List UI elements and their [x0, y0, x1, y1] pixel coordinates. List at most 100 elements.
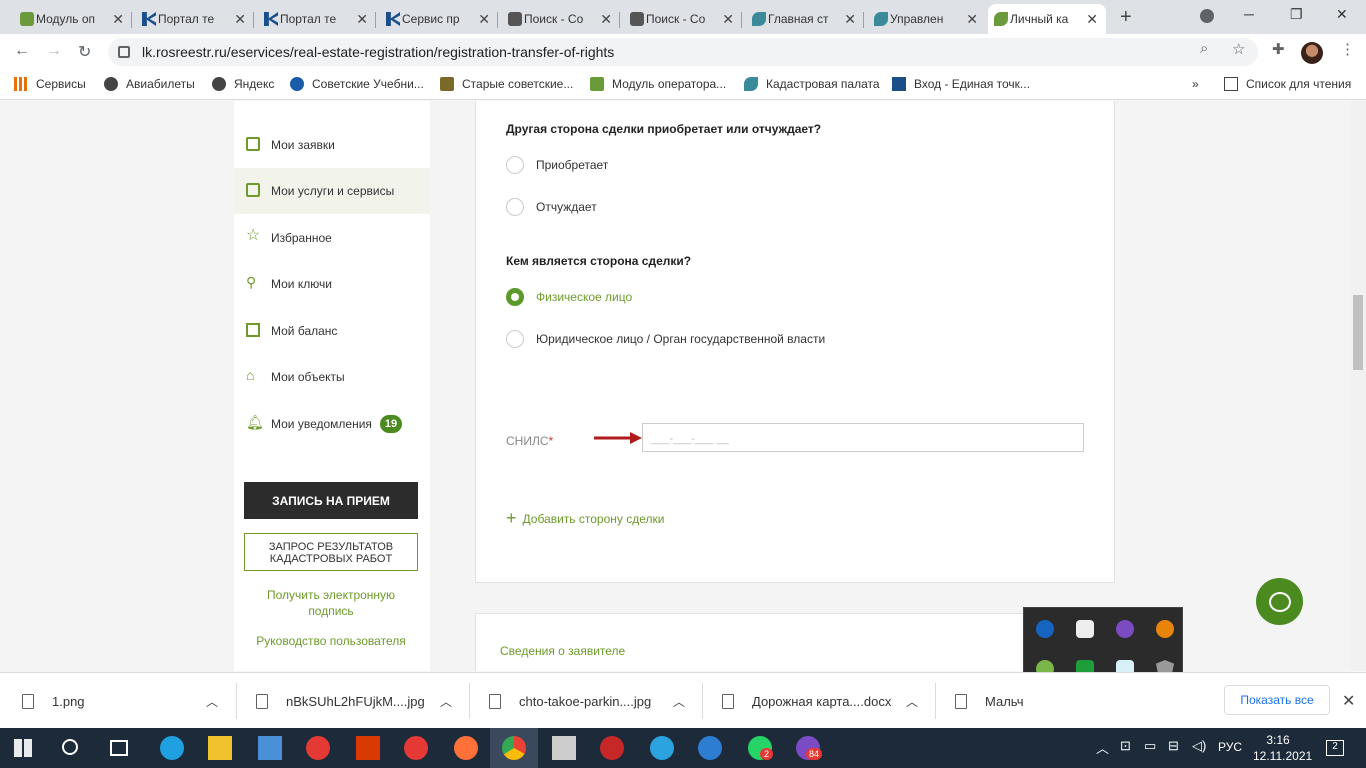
- archive-icon[interactable]: [552, 736, 576, 760]
- cadastral-results-button[interactable]: ЗАПРОС РЕЗУЛЬТАТОВ КАДАСТРОВЫХ РАБОТ: [244, 533, 418, 571]
- nero-icon[interactable]: [600, 736, 624, 760]
- radio-circle[interactable]: [506, 330, 524, 348]
- tab-portal-2[interactable]: Портал те ✕: [258, 4, 376, 34]
- sidebar-item-balance[interactable]: Мой баланс: [234, 308, 430, 354]
- sidebar-item-favorites[interactable]: ☆ Избранное: [234, 215, 430, 261]
- explorer-icon[interactable]: [208, 736, 232, 760]
- show-all-downloads-button[interactable]: Показать все: [1224, 685, 1330, 715]
- download-item[interactable]: chto-takoe-parkin....jpg ︿: [489, 673, 685, 729]
- update-tray-icon[interactable]: [1156, 620, 1174, 638]
- windows-start-icon[interactable]: [14, 739, 32, 757]
- camera-tray-icon[interactable]: ⊡: [1120, 738, 1131, 754]
- bookmark-cadastral[interactable]: Кадастровая палата: [744, 77, 880, 91]
- tab-search-1[interactable]: Поиск - Со ✕: [502, 4, 620, 34]
- mail-icon[interactable]: [258, 736, 282, 760]
- scrollbar-thumb[interactable]: [1353, 295, 1363, 370]
- tab-main-page[interactable]: Главная ст ✕: [746, 4, 864, 34]
- tab-search-2[interactable]: Поиск - Со ✕: [624, 4, 742, 34]
- bookmark-login[interactable]: Вход - Единая точк...: [892, 77, 1030, 91]
- clock[interactable]: 3:16 12.11.2021: [1253, 732, 1312, 764]
- edge-icon[interactable]: [160, 736, 184, 760]
- back-icon[interactable]: ←: [14, 42, 30, 60]
- chrome-icon[interactable]: [502, 736, 526, 760]
- extensions-icon[interactable]: ✚: [1272, 40, 1285, 58]
- bluetooth-icon[interactable]: [1036, 620, 1054, 638]
- sidebar-item-applications[interactable]: Мои заявки: [234, 122, 430, 168]
- snils-input[interactable]: ___-___-___ __: [642, 423, 1084, 452]
- new-tab-icon[interactable]: +: [1120, 6, 1132, 29]
- reload-icon[interactable]: ↻: [78, 42, 91, 62]
- tab-module-operator[interactable]: Модуль оп ✕: [14, 4, 132, 34]
- tab-personal-account[interactable]: Личный ка ✕: [988, 4, 1106, 34]
- bookmark-yandex[interactable]: Яндекс: [212, 77, 274, 91]
- close-icon[interactable]: ✕: [1086, 11, 1098, 28]
- more-bookmarks-icon[interactable]: »: [1192, 77, 1199, 91]
- chevron-up-icon[interactable]: ︿: [440, 693, 452, 710]
- download-item[interactable]: Дорожная карта....docx ︿: [722, 673, 918, 729]
- task-view-icon[interactable]: [110, 740, 128, 756]
- network-icon[interactable]: ⊟: [1168, 738, 1179, 754]
- tab-service[interactable]: Сервис пр ✕: [380, 4, 498, 34]
- close-icon[interactable]: ✕: [234, 11, 246, 28]
- address-bar[interactable]: lk.rosreestr.ru/eservices/real-estate-re…: [108, 38, 1258, 66]
- bookmark-flights[interactable]: Авиабилеты: [104, 77, 195, 91]
- reading-list[interactable]: Список для чтения: [1224, 77, 1351, 91]
- firefox-icon[interactable]: [454, 736, 478, 760]
- sidebar-item-objects[interactable]: ⌂ Мои объекты: [234, 354, 430, 400]
- forward-icon[interactable]: →: [46, 42, 62, 60]
- close-icon[interactable]: ✕: [722, 11, 734, 28]
- radio-circle-selected[interactable]: [506, 288, 524, 306]
- minimize-icon[interactable]: ─: [1244, 6, 1254, 22]
- window-close-icon[interactable]: ✕: [1336, 6, 1348, 23]
- tab-management[interactable]: Управлен ✕: [868, 4, 986, 34]
- yandex-icon[interactable]: [306, 736, 330, 760]
- radio-circle[interactable]: [506, 198, 524, 216]
- telegram-icon[interactable]: [650, 736, 674, 760]
- close-icon[interactable]: ✕: [844, 11, 856, 28]
- menu-icon[interactable]: ⋮: [1340, 40, 1355, 58]
- radio-legal-entity[interactable]: Юридическое лицо / Орган государственной…: [506, 330, 825, 348]
- battery-icon[interactable]: ▭: [1144, 738, 1156, 754]
- sidebar-item-services[interactable]: Мои услуги и сервисы: [234, 168, 430, 214]
- sidebar-item-notifications[interactable]: 🔔︎ Мои уведомления 19: [234, 401, 430, 447]
- yandex-browser-icon[interactable]: [404, 736, 428, 760]
- notification-center-icon[interactable]: 2: [1326, 740, 1344, 756]
- volume-icon[interactable]: ◁): [1192, 738, 1206, 754]
- language-indicator[interactable]: РУС: [1218, 740, 1242, 754]
- tray-expand-icon[interactable]: ︿: [1096, 738, 1109, 757]
- viber-tray-icon[interactable]: [1116, 620, 1134, 638]
- download-item[interactable]: Мальч: [955, 673, 1023, 729]
- close-icon[interactable]: ✕: [966, 11, 978, 28]
- page-scrollbar[interactable]: [1350, 101, 1366, 671]
- close-icon[interactable]: ✕: [112, 11, 124, 28]
- chevron-up-icon[interactable]: ︿: [906, 693, 918, 710]
- radio-alienates[interactable]: Отчуждает: [506, 198, 597, 216]
- chevron-up-icon[interactable]: ︿: [673, 693, 685, 710]
- office-icon[interactable]: [356, 736, 380, 760]
- download-item[interactable]: 1.png ︿: [22, 673, 218, 729]
- applicant-section-title[interactable]: Сведения о заявителе: [500, 644, 625, 658]
- appointment-button[interactable]: ЗАПИСЬ НА ПРИЕМ: [244, 482, 418, 519]
- close-icon[interactable]: ✕: [356, 11, 368, 28]
- bookmark-services[interactable]: Сервисы: [14, 77, 86, 91]
- zoom-icon[interactable]: ⌕: [1200, 40, 1208, 57]
- restore-icon[interactable]: ❐: [1290, 6, 1303, 23]
- shield-x-icon[interactable]: [1076, 620, 1094, 638]
- avatar[interactable]: [1301, 42, 1323, 64]
- sidebar-item-keys[interactable]: ⚲ Мои ключи: [234, 261, 430, 307]
- tab-portal-1[interactable]: Портал те ✕: [136, 4, 254, 34]
- user-manual-link[interactable]: Руководство пользователя: [244, 633, 418, 649]
- close-icon[interactable]: ✕: [1342, 691, 1355, 711]
- search-app-icon[interactable]: [698, 736, 722, 760]
- chevron-up-icon[interactable]: ︿: [206, 693, 218, 710]
- search-icon[interactable]: [62, 739, 78, 755]
- bookmark-star-icon[interactable]: ☆: [1232, 40, 1245, 58]
- close-icon[interactable]: ✕: [478, 11, 490, 28]
- radio-circle[interactable]: [506, 156, 524, 174]
- radio-acquires[interactable]: Приобретает: [506, 156, 608, 174]
- add-party-button[interactable]: + Добавить сторону сделки: [506, 508, 664, 529]
- tab-search-icon[interactable]: [1200, 9, 1214, 23]
- get-signature-link[interactable]: Получить электронную подпись: [244, 587, 418, 619]
- download-item[interactable]: nBkSUhL2hFUjkM....jpg ︿: [256, 673, 452, 729]
- bookmark-old-soviet[interactable]: Старые советские...: [440, 77, 573, 91]
